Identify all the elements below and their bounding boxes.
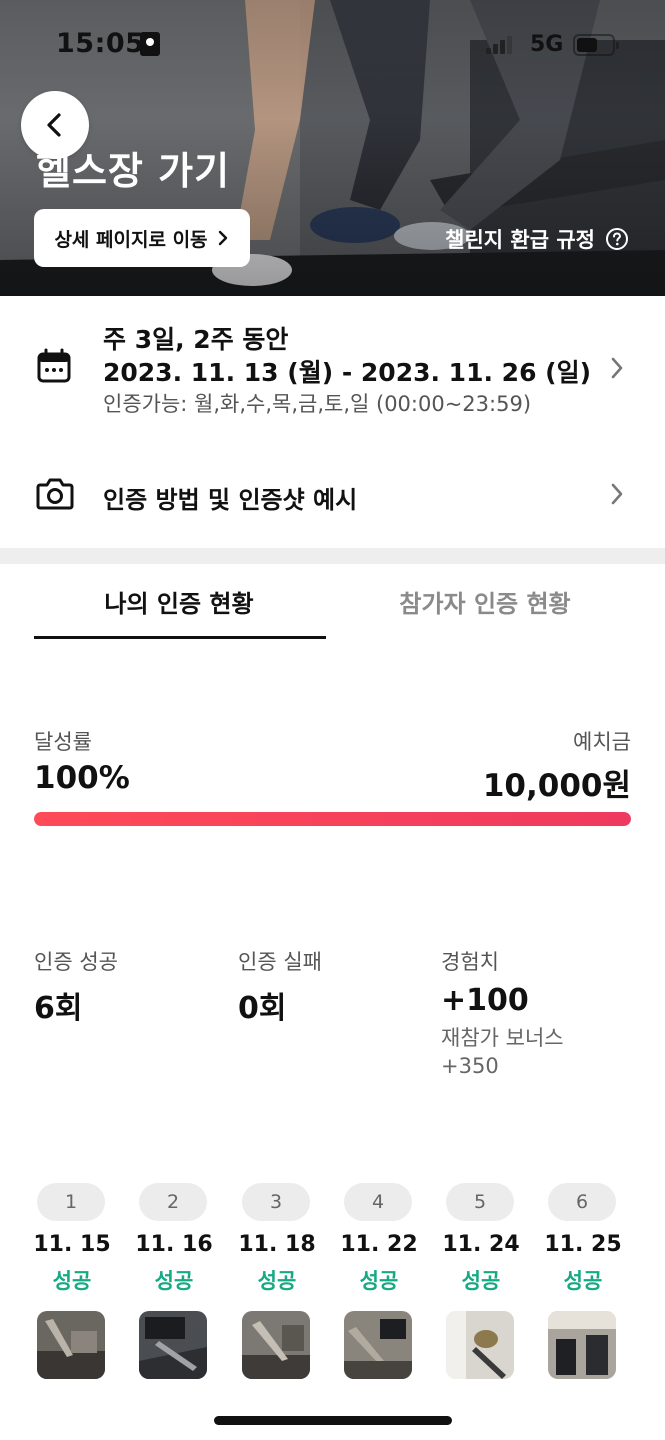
photo-thumbnail-image xyxy=(37,1311,105,1379)
day-index-badge: 1 xyxy=(37,1183,105,1221)
back-arrow-icon xyxy=(47,113,61,137)
photo-thumbnail-image xyxy=(344,1311,412,1379)
schedule-available-time: 인증가능: 월,화,수,목,금,토,일 (00:00~23:59) xyxy=(103,392,532,416)
experience-label: 경험치 xyxy=(441,950,499,974)
verification-day-card[interactable]: 1 11. 15 성공 xyxy=(33,1183,111,1383)
verification-day-card[interactable]: 3 11. 18 성공 xyxy=(238,1183,316,1383)
schedule-row[interactable]: 주 3일, 2주 동안 2023. 11. 13 (월) - 2023. 11.… xyxy=(0,296,665,426)
day-date: 11. 18 xyxy=(238,1232,316,1257)
status-bar: 15:05 5G xyxy=(0,0,665,90)
verification-photo-thumbnail[interactable] xyxy=(139,1311,207,1379)
battery-icon xyxy=(573,34,619,56)
deposit-label: 예치금 xyxy=(573,730,631,754)
refund-policy-link[interactable]: 챌린지 환급 규정 xyxy=(445,224,629,254)
network-type: 5G xyxy=(530,32,564,57)
detail-page-button[interactable]: 상세 페이지로 이동 xyxy=(34,209,250,267)
id-card-icon xyxy=(140,32,160,56)
day-index-badge: 5 xyxy=(446,1183,514,1221)
verification-day-card[interactable]: 6 11. 25 성공 xyxy=(544,1183,622,1383)
schedule-date-range: 2023. 11. 13 (월) - 2023. 11. 26 (일) xyxy=(103,358,592,387)
detail-page-button-label: 상세 페이지로 이동 xyxy=(54,228,208,251)
photo-thumbnail-image xyxy=(548,1311,616,1379)
tab-my-verification[interactable]: 나의 인증 현황 xyxy=(34,584,324,624)
verification-method-label: 인증 방법 및 인증샷 예시 xyxy=(103,486,358,514)
achievement-rate-value: 100% xyxy=(34,760,130,796)
verification-day-card[interactable]: 4 11. 22 성공 xyxy=(340,1183,418,1383)
achievement-progress-bar xyxy=(34,812,631,826)
status-time: 15:05 xyxy=(56,28,145,59)
day-date: 11. 25 xyxy=(544,1232,622,1257)
chevron-right-icon xyxy=(611,483,623,505)
active-tab-indicator xyxy=(34,636,326,639)
fail-count-label: 인증 실패 xyxy=(238,950,322,974)
fail-count-value: 0회 xyxy=(238,991,287,1026)
camera-icon xyxy=(36,478,74,510)
day-index-badge: 3 xyxy=(242,1183,310,1221)
achievement-progress-fill xyxy=(34,812,631,826)
success-count-label: 인증 성공 xyxy=(34,950,118,974)
photo-thumbnail-image xyxy=(139,1311,207,1379)
tab-participant-verification[interactable]: 참가자 인증 현황 xyxy=(340,584,630,624)
day-date: 11. 16 xyxy=(135,1232,213,1257)
deposit-value: 10,000원 xyxy=(482,768,631,804)
verification-photo-thumbnail[interactable] xyxy=(446,1311,514,1379)
cellular-signal-icon xyxy=(486,36,514,54)
day-index-badge: 2 xyxy=(139,1183,207,1221)
achievement-rate-label: 달성률 xyxy=(34,730,92,754)
verification-day-card[interactable]: 5 11. 24 성공 xyxy=(442,1183,520,1383)
day-date: 11. 22 xyxy=(340,1232,418,1257)
day-date: 11. 15 xyxy=(33,1232,111,1257)
verification-photo-thumbnail[interactable] xyxy=(548,1311,616,1379)
verification-photo-thumbnail[interactable] xyxy=(37,1311,105,1379)
verification-photo-thumbnail[interactable] xyxy=(242,1311,310,1379)
success-count-value: 6회 xyxy=(34,991,83,1026)
day-index-badge: 6 xyxy=(548,1183,616,1221)
schedule-frequency: 주 3일, 2주 동안 xyxy=(103,325,289,354)
day-status: 성공 xyxy=(461,1269,501,1293)
rejoin-bonus-value: +350 xyxy=(441,1054,499,1078)
day-status: 성공 xyxy=(563,1269,603,1293)
home-indicator[interactable] xyxy=(214,1416,452,1425)
verification-method-row[interactable]: 인증 방법 및 인증샷 예시 xyxy=(0,450,665,540)
challenge-title: 헬스장 가기 xyxy=(36,149,231,193)
day-status: 성공 xyxy=(359,1269,399,1293)
calendar-icon xyxy=(37,348,71,383)
section-divider xyxy=(0,548,665,564)
verification-day-card[interactable]: 2 11. 16 성공 xyxy=(135,1183,213,1383)
day-status: 성공 xyxy=(154,1269,194,1293)
rejoin-bonus-label: 재참가 보너스 xyxy=(441,1026,564,1050)
photo-thumbnail-image xyxy=(446,1311,514,1379)
day-date: 11. 24 xyxy=(442,1232,520,1257)
chevron-right-icon xyxy=(218,230,227,246)
day-index-badge: 4 xyxy=(344,1183,412,1221)
day-status: 성공 xyxy=(257,1269,297,1293)
verification-photo-thumbnail[interactable] xyxy=(344,1311,412,1379)
experience-value: +100 xyxy=(441,983,529,1018)
photo-thumbnail-image xyxy=(242,1311,310,1379)
refund-policy-label: 챌린지 환급 규정 xyxy=(445,228,595,252)
day-status: 성공 xyxy=(52,1269,92,1293)
question-circle-icon xyxy=(606,228,628,250)
chevron-right-icon xyxy=(611,357,623,379)
